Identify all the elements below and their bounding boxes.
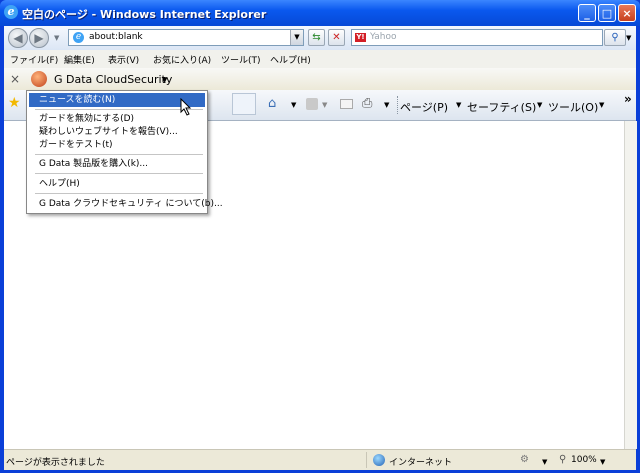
zoom-dropdown-icon[interactable]: ▼ bbox=[600, 458, 605, 466]
feeds-dropdown-icon[interactable]: ▼ bbox=[322, 101, 327, 109]
zoom-level[interactable]: 100% bbox=[571, 455, 597, 465]
menu-view[interactable]: 表示(V) bbox=[108, 53, 139, 66]
toolbar-close-icon[interactable]: × bbox=[10, 72, 20, 86]
ie-logo-icon: e bbox=[4, 5, 18, 19]
menu-separator bbox=[35, 193, 203, 194]
search-button[interactable]: ⚲ bbox=[604, 29, 626, 46]
protected-mode-dropdown-icon[interactable]: ▼ bbox=[542, 458, 547, 466]
print-icon[interactable]: ⎙ bbox=[362, 96, 372, 111]
menu-favorites[interactable]: お気に入り(A) bbox=[153, 53, 211, 66]
safety-menu-button[interactable]: セーフティ(S) bbox=[467, 99, 536, 115]
navigation-bar: ◀ ▶ ▼ e about:blank ▼ ⇆ ✕ Y! Yahoo ⚲ ▼ bbox=[4, 26, 636, 50]
favorites-star-icon[interactable]: ★ bbox=[8, 95, 21, 111]
address-dropdown-icon[interactable]: ▼ bbox=[290, 30, 303, 45]
refresh-button[interactable]: ⇆ bbox=[308, 29, 325, 46]
menu-item-test-guard[interactable]: ガードをテスト(t) bbox=[29, 138, 205, 152]
tools-menu-button[interactable]: ツール(O) bbox=[548, 99, 598, 115]
yahoo-logo-icon: Y! bbox=[355, 33, 366, 42]
menu-item-disable-guard[interactable]: ガードを無効にする(D) bbox=[29, 112, 205, 126]
menu-edit[interactable]: 編集(E) bbox=[64, 53, 95, 66]
close-button[interactable]: × bbox=[618, 4, 636, 22]
address-text[interactable]: about:blank bbox=[89, 32, 143, 42]
menu-item-help[interactable]: ヘルプ(H) bbox=[29, 177, 205, 191]
home-dropdown-icon[interactable]: ▼ bbox=[291, 101, 296, 109]
protected-mode-icon[interactable]: ⚙ bbox=[520, 454, 529, 465]
zoom-icon[interactable]: ⚲ bbox=[559, 454, 566, 465]
menu-separator bbox=[35, 173, 203, 174]
page-menu-button[interactable]: ページ(P) bbox=[400, 99, 448, 115]
gdata-toolbar: × G Data CloudSecurity ▼ bbox=[4, 68, 636, 91]
menu-item-buy-full[interactable]: G Data 製品版を購入(k)... bbox=[29, 157, 205, 171]
mail-icon[interactable] bbox=[340, 99, 353, 109]
status-divider bbox=[366, 452, 367, 468]
title-bar[interactable]: e 空白のページ - Windows Internet Explorer _ □… bbox=[0, 0, 640, 26]
page-dropdown-icon[interactable]: ▼ bbox=[456, 101, 461, 109]
stop-button[interactable]: ✕ bbox=[328, 29, 345, 46]
home-icon[interactable]: ⌂ bbox=[268, 96, 276, 111]
status-message: ページが表示されました bbox=[6, 458, 105, 468]
search-box[interactable]: Y! Yahoo bbox=[351, 29, 603, 46]
maximize-button[interactable]: □ bbox=[598, 4, 616, 22]
gdata-label[interactable]: G Data CloudSecurity bbox=[54, 73, 172, 86]
menu-help[interactable]: ヘルプ(H) bbox=[270, 53, 311, 66]
menu-separator bbox=[35, 109, 203, 110]
menu-item-read-news[interactable]: ニュースを読む(N) bbox=[29, 93, 205, 107]
tools-dropdown-icon[interactable]: ▼ bbox=[599, 101, 604, 109]
menu-bar: ファイル(F) 編集(E) 表示(V) お気に入り(A) ツール(T) ヘルプ(… bbox=[4, 50, 636, 68]
gdata-shield-icon bbox=[31, 71, 47, 87]
print-dropdown-icon[interactable]: ▼ bbox=[384, 101, 389, 109]
feeds-icon[interactable] bbox=[306, 98, 318, 110]
tab-placeholder[interactable] bbox=[232, 93, 256, 115]
recent-pages-dropdown-icon[interactable]: ▼ bbox=[54, 34, 59, 42]
menu-item-report-suspicious[interactable]: 疑わしいウェブサイトを報告(V)... bbox=[29, 125, 205, 139]
security-zone-label: インターネット bbox=[389, 458, 453, 468]
more-commands-icon[interactable]: » bbox=[624, 92, 632, 106]
search-placeholder: Yahoo bbox=[370, 32, 397, 42]
back-button[interactable]: ◀ bbox=[8, 28, 28, 48]
minimize-button[interactable]: _ bbox=[578, 4, 596, 22]
safety-dropdown-icon[interactable]: ▼ bbox=[537, 101, 542, 109]
address-bar[interactable]: e about:blank ▼ bbox=[68, 29, 304, 46]
mouse-cursor-icon bbox=[180, 98, 192, 116]
vertical-scrollbar[interactable] bbox=[624, 121, 637, 449]
ie-window: e 空白のページ - Windows Internet Explorer _ □… bbox=[0, 0, 640, 473]
gdata-dropdown-icon[interactable]: ▼ bbox=[162, 76, 167, 84]
menu-separator bbox=[35, 154, 203, 155]
menu-file[interactable]: ファイル(F) bbox=[10, 53, 58, 66]
page-icon: e bbox=[73, 32, 84, 43]
forward-button[interactable]: ▶ bbox=[29, 28, 49, 48]
status-bar: ページが表示されました インターネット ⚙ ▼ ⚲ 100% ▼ bbox=[4, 449, 636, 470]
internet-zone-icon bbox=[373, 454, 385, 466]
menu-item-about[interactable]: G Data クラウドセキュリティ について(b)... bbox=[29, 197, 223, 211]
menu-tools[interactable]: ツール(T) bbox=[221, 53, 261, 66]
search-options-icon[interactable]: ▼ bbox=[626, 34, 631, 42]
window-title: 空白のページ - Windows Internet Explorer bbox=[22, 8, 267, 21]
